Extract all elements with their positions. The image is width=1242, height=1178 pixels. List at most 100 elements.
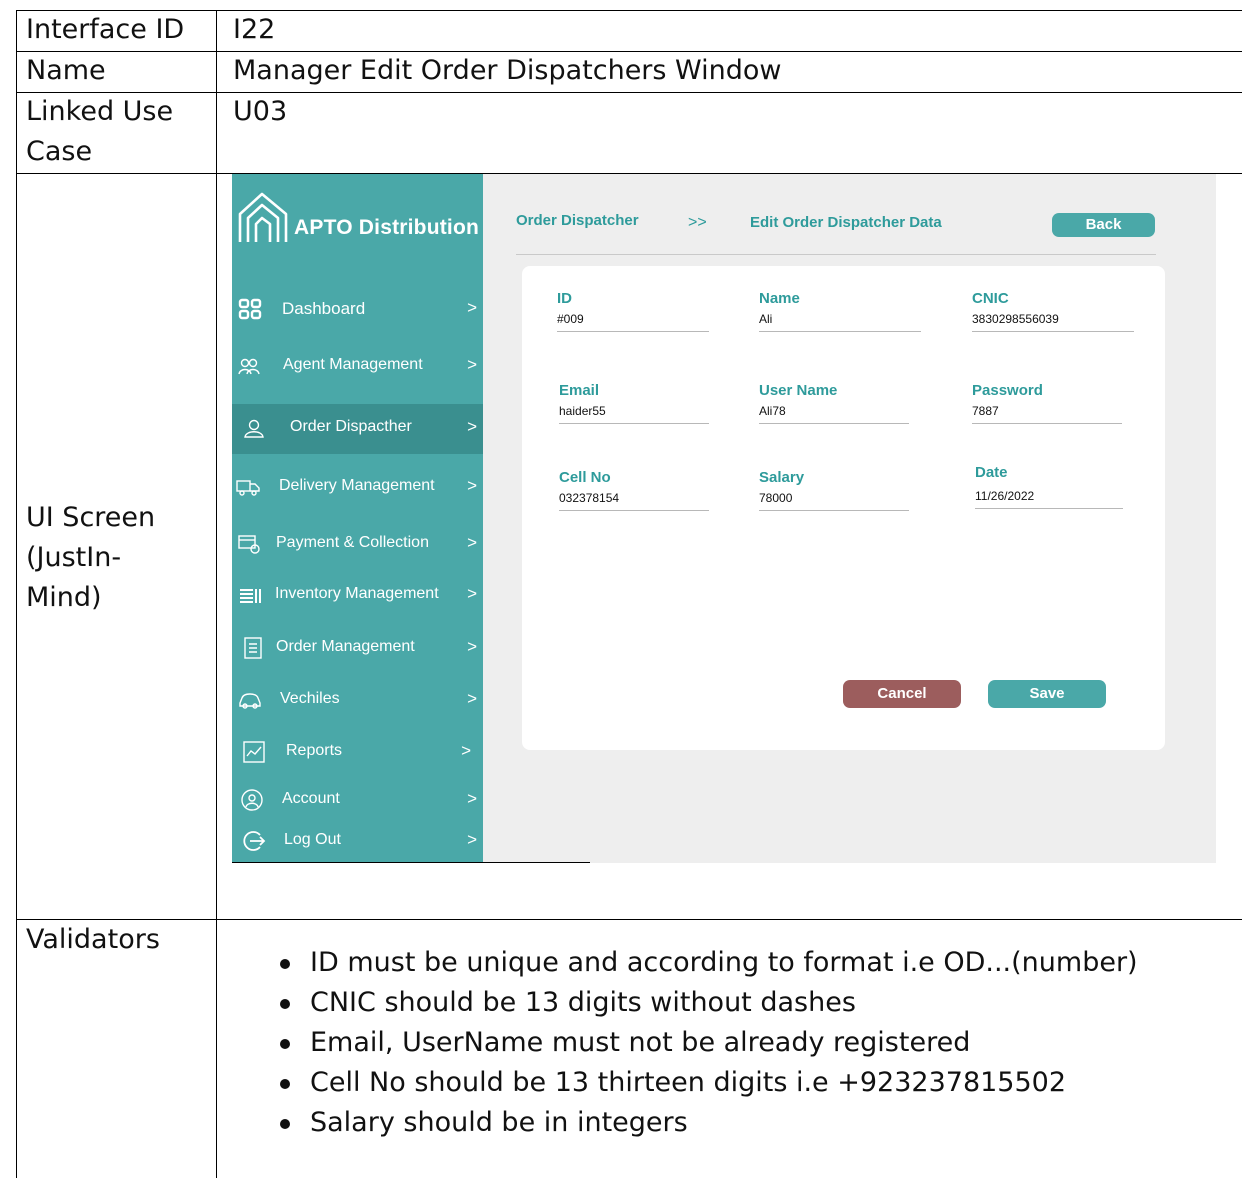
email-field-group: Email <box>559 382 709 424</box>
password-field-group: Password <box>972 382 1122 424</box>
chevron-right-icon: > <box>467 637 477 656</box>
ui-screen-label: (JustIn- <box>26 542 122 573</box>
chevron-right-icon: > <box>467 355 477 374</box>
edit-form-card: ID Name CNIC Email User Name Password Ce… <box>522 266 1165 750</box>
chevron-right-icon: > <box>467 584 477 603</box>
cnic-label: CNIC <box>972 290 1009 307</box>
sidebar-item-order-management[interactable]: Order Management > <box>232 624 483 674</box>
list-icon <box>244 637 262 659</box>
sidebar-item-label: Dashboard <box>282 299 366 318</box>
interface-id-value: I22 <box>233 14 276 45</box>
card-icon <box>238 535 260 554</box>
chevron-right-icon: > <box>467 830 477 849</box>
email-input[interactable] <box>559 402 709 424</box>
chevron-right-icon: > <box>467 298 477 317</box>
sidebar: APTO Distribution Dashboard > Agent Mana… <box>232 174 483 863</box>
cell-field-group: Cell No <box>559 469 709 511</box>
chevron-right-icon: > <box>467 689 477 708</box>
name-label: Name <box>759 290 800 307</box>
chart-icon <box>243 741 265 763</box>
validators-label: Validators <box>26 924 160 955</box>
list-item: CNIC should be 13 digits without dashes <box>278 983 1138 1023</box>
brand-name: APTO Distribution <box>294 216 480 239</box>
sidebar-item-dashboard[interactable]: Dashboard > <box>232 285 483 335</box>
sidebar-item-order-dispatcher[interactable]: Order Dispacther > <box>232 404 483 454</box>
back-button[interactable]: Back <box>1052 213 1155 237</box>
breadcrumb-current: Edit Order Dispatcher Data <box>750 214 942 231</box>
truck-icon <box>236 480 260 496</box>
date-input[interactable] <box>975 487 1123 509</box>
validators-list: ID must be unique and according to forma… <box>278 943 1138 1143</box>
ui-screen-label: UI Screen <box>26 502 156 533</box>
sidebar-item-label: Inventory Management <box>275 585 439 602</box>
screen-underline <box>232 862 590 863</box>
salary-input[interactable] <box>759 489 909 511</box>
chevron-right-icon: > <box>467 789 477 808</box>
date-field-group: Date <box>975 464 1123 509</box>
list-item: ID must be unique and according to forma… <box>278 943 1138 983</box>
house-outline-icon <box>238 192 288 242</box>
salary-field-group: Salary <box>759 469 909 511</box>
sidebar-item-payment-collection[interactable]: Payment & Collection > <box>232 520 483 570</box>
chevron-right-icon: > <box>467 533 477 552</box>
table-rule <box>216 10 217 1178</box>
table-rule <box>16 92 1242 93</box>
sidebar-item-label: Agent Management <box>283 356 423 373</box>
cancel-button[interactable]: Cancel <box>843 680 961 708</box>
sidebar-item-reports[interactable]: Reports > <box>232 728 483 778</box>
linked-use-case-value: U03 <box>233 96 288 127</box>
salary-label: Salary <box>759 469 805 486</box>
table-rule <box>16 919 1242 920</box>
sidebar-item-label: Account <box>282 790 340 807</box>
sidebar-item-vehicles[interactable]: Vechiles > <box>232 676 483 726</box>
breadcrumb-separator: >> <box>688 214 707 231</box>
interface-id-label: Interface ID <box>26 14 185 45</box>
date-label: Date <box>975 464 1008 481</box>
inventory-icon <box>240 589 261 603</box>
username-input[interactable] <box>759 402 909 424</box>
sidebar-item-label: Vechiles <box>280 690 340 707</box>
grid-icon <box>238 298 262 320</box>
table-rule <box>16 10 17 1178</box>
name-input[interactable] <box>759 310 921 332</box>
user-circle-icon <box>241 789 263 811</box>
sidebar-item-label: Log Out <box>284 831 341 848</box>
cnic-field-group: CNIC <box>972 290 1134 332</box>
ui-screen: APTO Distribution Dashboard > Agent Mana… <box>232 174 1216 863</box>
list-item: Cell No should be 13 thirteen digits i.e… <box>278 1063 1138 1103</box>
list-item: Salary should be in integers <box>278 1103 1138 1143</box>
name-value: Manager Edit Order Dispatchers Window <box>233 55 782 86</box>
sidebar-item-label: Reports <box>286 742 343 759</box>
chevron-right-icon: > <box>461 741 471 760</box>
people-icon <box>238 358 260 375</box>
email-label: Email <box>559 382 600 399</box>
username-field-group: User Name <box>759 382 909 424</box>
breadcrumb-parent[interactable]: Order Dispatcher <box>516 212 639 229</box>
username-label: User Name <box>759 382 838 399</box>
save-button[interactable]: Save <box>988 680 1106 708</box>
list-item: Email, UserName must not be already regi… <box>278 1023 1138 1063</box>
chevron-right-icon: > <box>467 417 477 436</box>
cnic-input[interactable] <box>972 310 1134 332</box>
sidebar-item-log-out[interactable]: Log Out > <box>232 817 483 863</box>
id-label: ID <box>557 290 572 307</box>
name-field-group: Name <box>759 290 921 332</box>
chevron-right-icon: > <box>467 476 477 495</box>
cell-label: Cell No <box>559 469 611 486</box>
password-input[interactable] <box>972 402 1122 424</box>
id-field-group: ID <box>557 290 709 332</box>
id-input[interactable] <box>557 310 709 332</box>
car-icon <box>239 693 261 709</box>
cell-input[interactable] <box>559 489 709 511</box>
person-icon <box>244 419 264 438</box>
ui-screen-label: Mind) <box>26 582 102 613</box>
sidebar-item-agent-management[interactable]: Agent Management > <box>232 342 483 392</box>
sidebar-item-inventory-management[interactable]: Inventory Management > <box>232 571 483 621</box>
sidebar-item-label: Delivery Management <box>279 477 435 494</box>
sidebar-item-delivery-management[interactable]: Delivery Management > <box>232 463 483 513</box>
sidebar-item-label: Order Management <box>276 638 415 655</box>
linked-use-case-label: Linked Use <box>26 96 174 127</box>
password-label: Password <box>972 382 1043 399</box>
table-rule <box>16 10 1242 11</box>
linked-use-case-label: Case <box>26 136 93 167</box>
